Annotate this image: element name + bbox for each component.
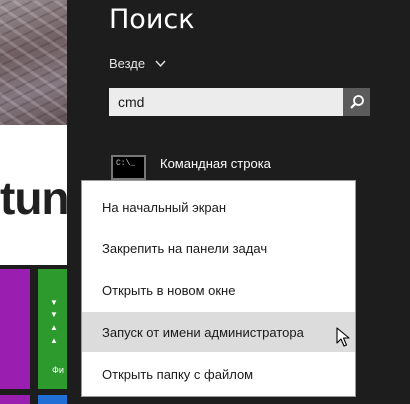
tile-blue[interactable] bbox=[38, 395, 67, 404]
mouse-cursor-icon bbox=[336, 327, 350, 347]
menu-item-label: Закрепить на панели задач bbox=[102, 240, 268, 256]
search-icon bbox=[349, 95, 364, 109]
menu-item-label: Запуск от имени администратора bbox=[102, 324, 304, 340]
tile-green[interactable]: ▼ ▼ ▲ ▲ Фи bbox=[38, 269, 67, 389]
command-prompt-icon: C:\_ bbox=[111, 155, 146, 180]
search-box bbox=[109, 88, 370, 116]
tile-label: Фи bbox=[52, 365, 64, 375]
search-result-label[interactable]: Командная строка bbox=[160, 156, 271, 171]
menu-item-open-file-location[interactable]: Открыть папку с файлом bbox=[82, 354, 355, 394]
tile-purple[interactable] bbox=[0, 269, 30, 389]
menu-item-label: Открыть в новом окне bbox=[102, 282, 236, 298]
arrow-up-icon: ▲ bbox=[50, 323, 58, 332]
tile-purple-bottom[interactable] bbox=[0, 395, 30, 404]
menu-item-label: Открыть папку с файлом bbox=[102, 366, 254, 382]
search-scope-label: Везде bbox=[109, 56, 146, 71]
arrow-up-icon: ▲ bbox=[50, 336, 58, 345]
arrow-down-icon: ▼ bbox=[50, 310, 58, 319]
menu-item-open-new-window[interactable]: Открыть в новом окне bbox=[82, 270, 355, 310]
panel-title: Поиск bbox=[109, 4, 195, 35]
menu-item-label: На начальный экран bbox=[102, 199, 227, 215]
background-photo bbox=[0, 0, 67, 125]
chevron-down-icon bbox=[155, 60, 166, 68]
context-menu: На начальный экран Закрепить на панели з… bbox=[81, 180, 356, 397]
search-input[interactable] bbox=[110, 89, 348, 115]
menu-item-pin-to-start[interactable]: На начальный экран bbox=[82, 187, 355, 227]
background-logo-text: tune bbox=[0, 172, 67, 224]
search-button[interactable] bbox=[343, 88, 370, 116]
command-prompt-icon-text: C:\_ bbox=[116, 159, 136, 168]
arrow-down-icon: ▼ bbox=[50, 298, 58, 307]
search-scope-dropdown[interactable]: Везде bbox=[109, 56, 166, 71]
menu-item-pin-to-taskbar[interactable]: Закрепить на панели задач bbox=[82, 228, 355, 268]
menu-item-run-as-admin[interactable]: Запуск от имени администратора bbox=[82, 312, 355, 352]
